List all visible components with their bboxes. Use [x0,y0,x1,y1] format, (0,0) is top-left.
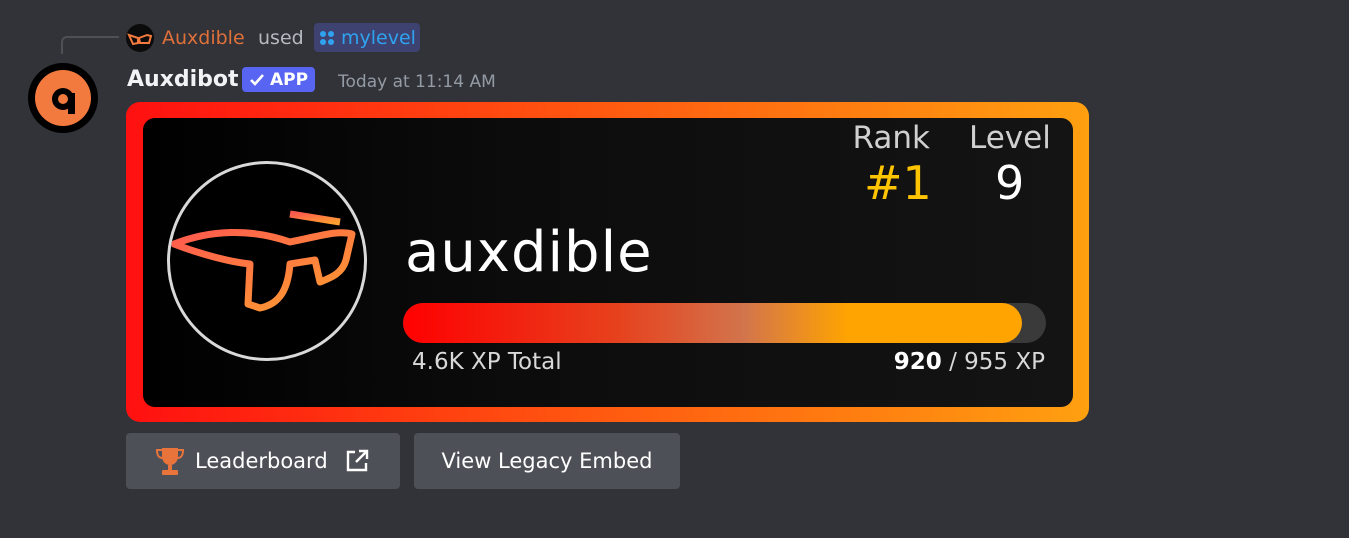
level-value: 9 [995,156,1025,210]
rank-label: Rank [852,120,930,156]
xp-total: 4.6K XP Total [412,349,562,375]
app-badge: APP [242,67,316,92]
glasses-icon [170,210,356,312]
leaderboard-button[interactable]: Leaderboard [126,433,400,489]
rank-card-inner: Rank #1 Level 9 auxdible 4.6K XP Total 9… [143,118,1073,407]
bot-avatar[interactable] [28,63,98,133]
reply-avatar[interactable] [126,24,154,52]
rank-value: #1 [864,156,932,210]
auxdibot-logo-icon [35,70,91,126]
timestamp[interactable]: Today at 11:14 AM [338,68,496,96]
xp-separator: / [941,349,965,375]
bot-name[interactable]: Auxdibot [127,64,239,96]
view-legacy-embed-button[interactable]: View Legacy Embed [414,433,680,489]
slash-command-icon [320,30,334,45]
xp-progress-fill [403,303,1023,343]
glasses-icon [127,33,153,46]
command-name: mylevel [341,26,416,49]
legacy-embed-label: View Legacy Embed [441,449,653,473]
command-mention[interactable]: mylevel [314,23,420,52]
card-username: auxdible [405,220,653,285]
leaderboard-label: Leaderboard [195,449,328,473]
message-container: Auxdible used mylevel Auxdibot APP Today… [0,0,1349,538]
xp-progress-text: 920 / 955 XP [894,349,1045,375]
level-label: Level [969,120,1051,156]
trophy-icon [156,448,184,475]
xp-current: 920 [893,349,942,375]
reply-username[interactable]: Auxdible [162,24,245,52]
reply-used-text: used [258,27,304,49]
card-avatar [167,161,367,361]
verified-check-icon [250,73,264,86]
xp-needed: 955 XP [964,349,1045,375]
xp-progress-bar [403,303,1046,343]
external-link-icon [346,449,368,472]
reply-spine [61,36,119,54]
rank-card-image[interactable]: Rank #1 Level 9 auxdible 4.6K XP Total 9… [126,102,1089,422]
app-badge-label: APP [270,69,309,90]
